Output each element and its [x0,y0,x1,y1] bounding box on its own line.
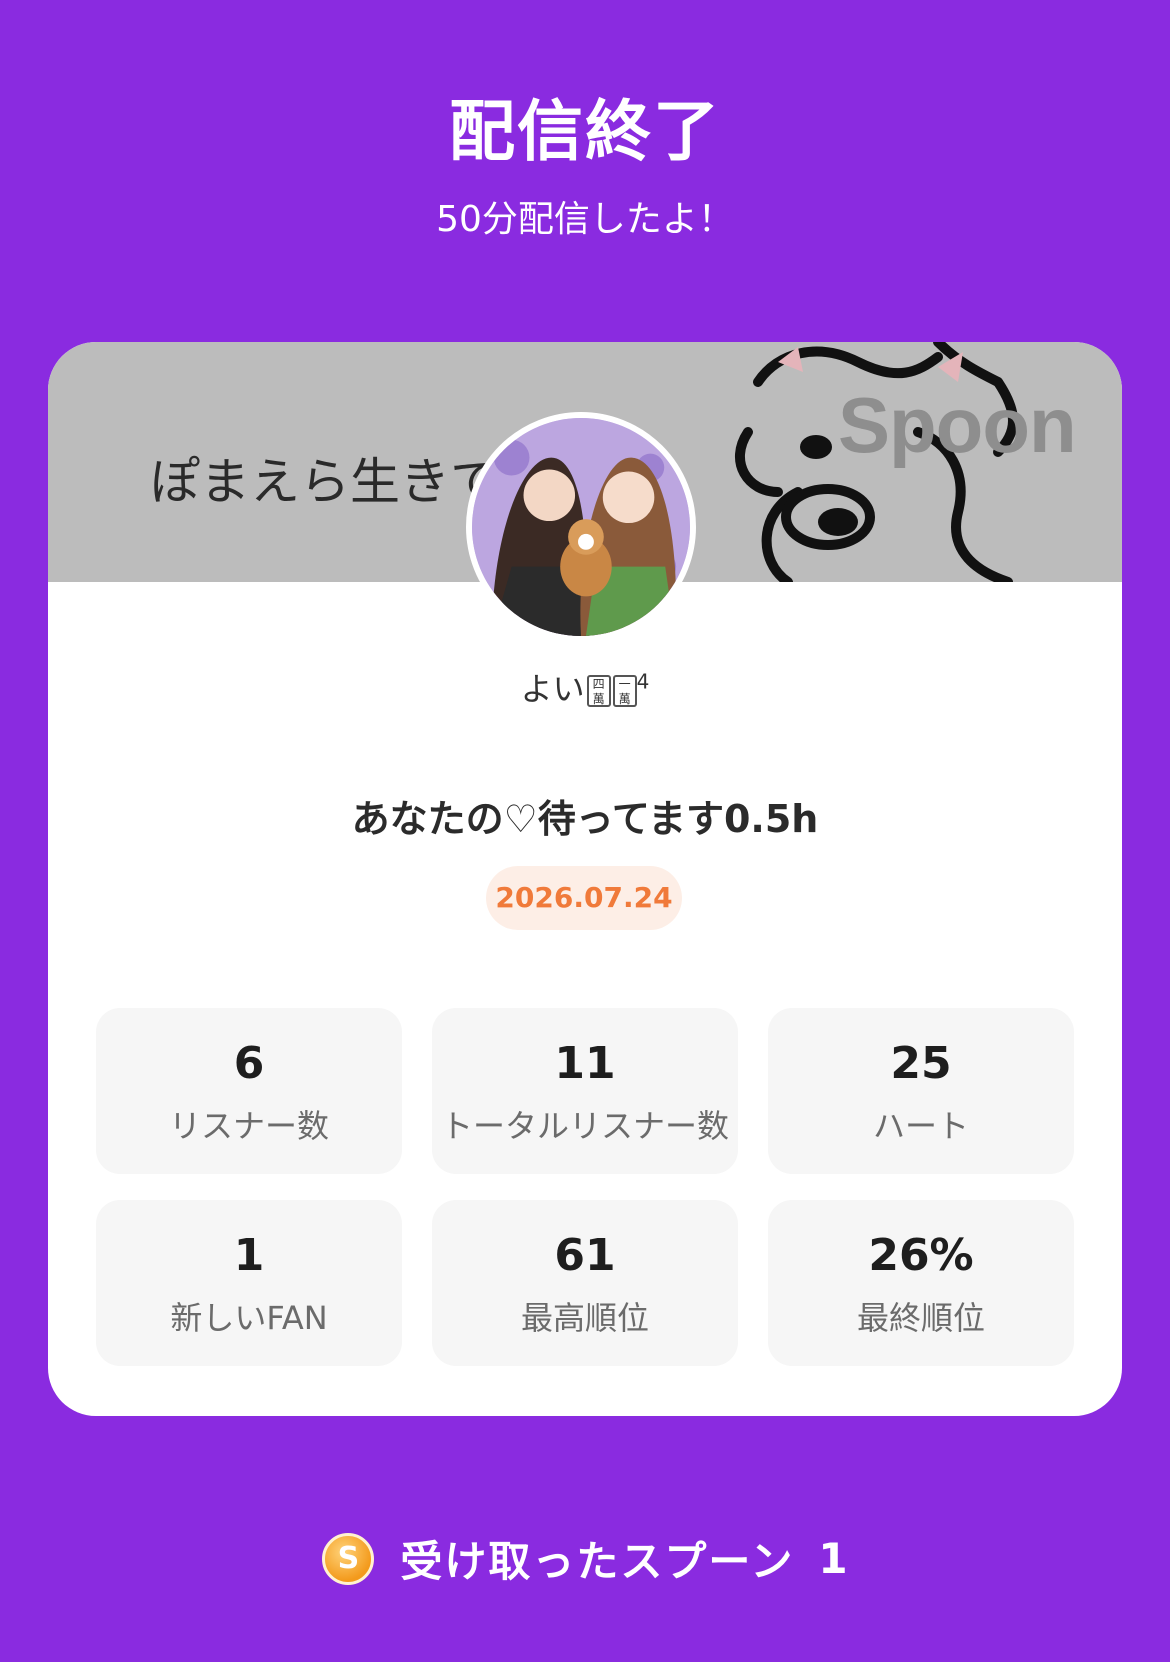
spoon-coin-icon: S [322,1532,375,1585]
stat-hearts: 25 ハート [768,1008,1074,1174]
stat-label: ハート [872,1107,969,1145]
username-superscript: 4 [636,669,650,694]
stat-total-listeners: 11 トータルリスナー数 [432,1008,738,1174]
live-title: あなたの♡待ってます0.5h [351,797,819,841]
mahjong-tile-icon: 一萬 [612,675,637,707]
username-text: よい [520,670,585,708]
stat-label: 新しいFAN [170,1299,328,1337]
stat-final-rank: 26% 最終順位 [768,1200,1074,1366]
stat-value: 26% [868,1230,974,1281]
stats-grid: 6 リスナー数 11 トータルリスナー数 25 ハート 1 新しいFAN 61 … [96,1008,1074,1366]
stat-value: 6 [233,1038,265,1089]
received-spoons: S 受け取ったスプーン 1 [0,1528,1170,1589]
stat-label: 最終順位 [856,1299,985,1337]
banner-text: ぽまえら生きて [150,453,500,511]
page-title: 配信終了 [449,93,721,170]
broadcast-summary-card: ぽまえら生きて Spoon よい 四 萬一 萬4 あなたの♡待ってます0.5h … [48,342,1122,1416]
stat-value: 1 [233,1230,265,1281]
received-spoons-count: 1 [818,1534,848,1583]
stat-highest-rank: 61 最高順位 [432,1200,738,1366]
stat-value: 61 [554,1230,616,1281]
stat-value: 25 [890,1038,952,1089]
stat-label: トータルリスナー数 [440,1107,729,1145]
stat-label: リスナー数 [168,1107,329,1145]
mahjong-tile-icon: 四萬 [586,675,611,707]
stat-listeners: 6 リスナー数 [96,1008,402,1174]
stat-new-fans: 1 新しいFAN [96,1200,402,1366]
stat-value: 11 [554,1038,616,1089]
avatar[interactable] [466,412,696,642]
spoon-logo-watermark: Spoon [838,381,1077,469]
page-subtitle: 50分配信したよ！ [436,199,734,240]
avatar-illustration [472,418,690,636]
received-spoons-label: 受け取ったスプーン [400,1537,795,1586]
date-badge: 2026.07.24 [486,866,682,930]
stat-label: 最高順位 [520,1299,649,1337]
username: よい四萬一 萬4 [48,664,1122,710]
